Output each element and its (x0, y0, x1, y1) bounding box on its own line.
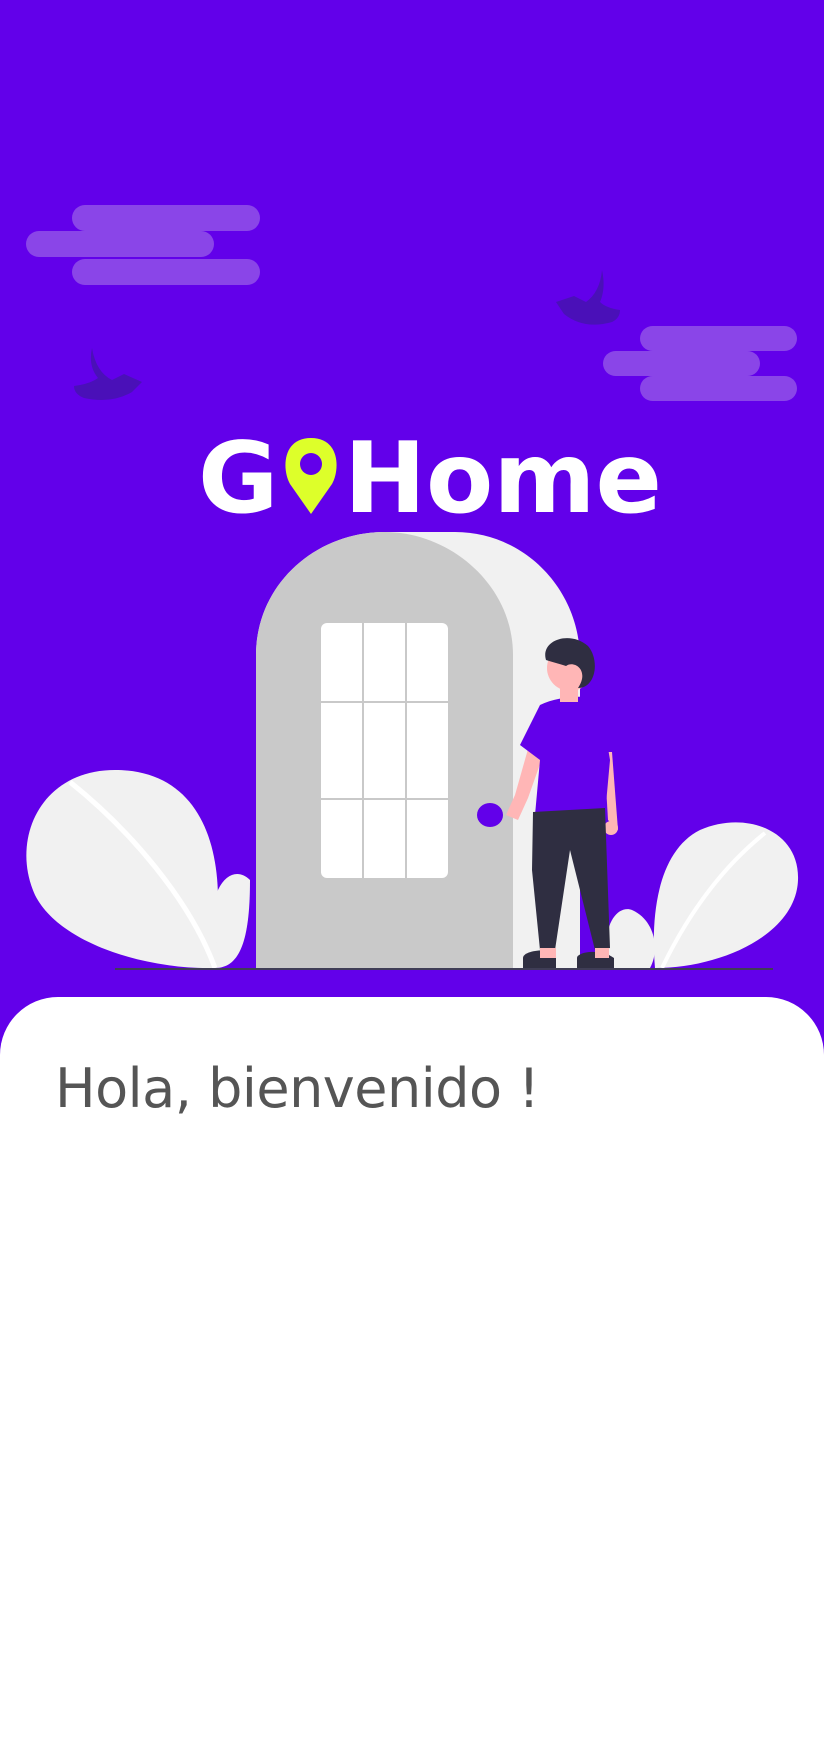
welcome-greeting: Hola, bienvenido ! (55, 1057, 540, 1120)
bush-left (26, 770, 250, 969)
logo-suffix: Home (344, 422, 662, 536)
bush-right (606, 822, 799, 969)
cloud-left (26, 205, 260, 285)
gohome-logo: G Home (198, 422, 662, 536)
welcome-illustration: G Home (26, 205, 799, 970)
logo-prefix: G (198, 422, 278, 536)
bird-left (74, 348, 142, 400)
hero-banner: G Home (0, 0, 824, 1010)
cloud-right (603, 326, 797, 401)
location-pin-icon (285, 438, 337, 514)
bird-right (556, 270, 620, 325)
welcome-sheet: Hola, bienvenido ! (0, 997, 824, 1740)
